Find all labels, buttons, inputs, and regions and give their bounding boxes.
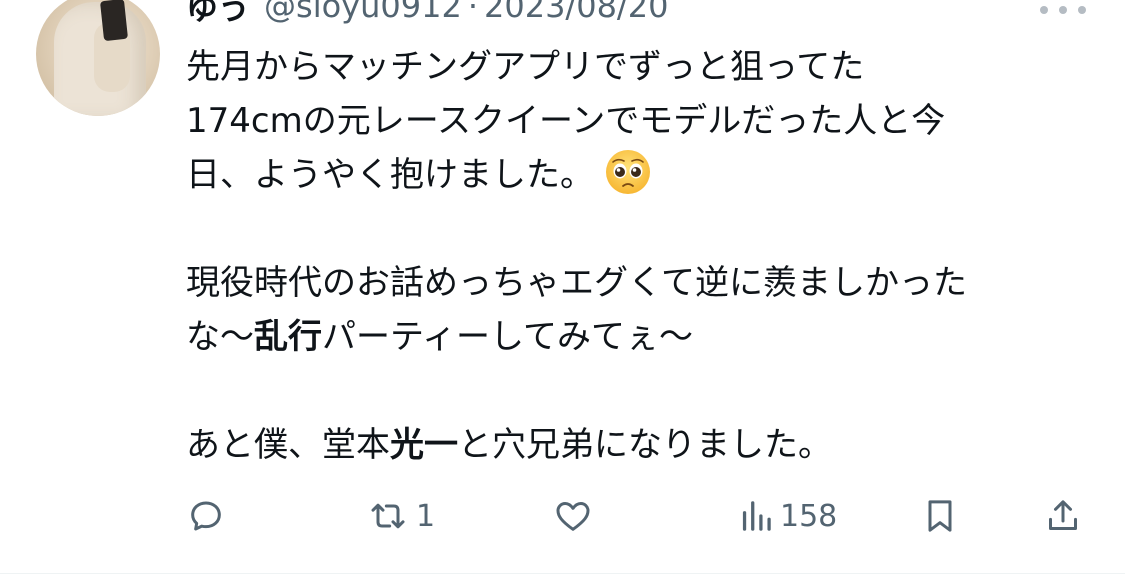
tweet-text-segment: 現役時代のお話めっちゃエグくて逆に羨ましかった: [186, 263, 967, 303]
tweet-text-segment: 先月からマッチングアプリでずっと狙ってた: [186, 47, 865, 87]
tweet-text-segment: あと僕、堂本: [186, 425, 390, 465]
tweet-text-segment: 174cmの元レースクイーンでモデルだった人と今: [186, 101, 946, 141]
retweet-icon: [371, 503, 405, 529]
retweet-count: 1: [416, 498, 436, 534]
like-button[interactable]: [552, 490, 594, 542]
action-bar: 1 158: [0, 490, 1125, 542]
tweet-header: ゆう @sioyu0912 · 2023/08/20: [186, 0, 668, 29]
tweet-line: 174cmの元レースクイーンでモデルだった人と今: [186, 94, 1096, 148]
bookmark-icon: [928, 500, 952, 532]
views-count: 158: [780, 498, 838, 534]
share-button[interactable]: [1044, 490, 1082, 542]
tweet-text-segment: パーティーしてみてぇ〜: [322, 317, 693, 357]
author-name[interactable]: ゆう: [186, 0, 250, 29]
bold-text-segment: 光一: [390, 425, 458, 465]
share-icon: [1049, 500, 1077, 530]
tweet-line: 日、ようやく抱けました。: [186, 148, 1096, 202]
more-options-icon[interactable]: [1040, 0, 1086, 20]
tweet-line: 現役時代のお話めっちゃエグくて逆に羨ましかった: [186, 256, 1096, 310]
header-separator: ·: [467, 0, 478, 25]
tweet-text-segment: 日、ようやく抱けました。: [186, 155, 594, 195]
bold-text-segment: 乱行: [254, 317, 322, 357]
tweet-text: 先月からマッチングアプリでずっと狙ってた 174cmの元レースクイーンでモデルだ…: [186, 40, 1096, 472]
tweet-date[interactable]: 2023/08/20: [484, 0, 668, 25]
pleading-face-emoji-icon: [606, 150, 650, 194]
heart-icon: [556, 502, 590, 531]
tweet-text-segment: と穴兄弟になりました。: [458, 425, 832, 465]
more-dot: [1078, 6, 1086, 14]
reply-button[interactable]: [186, 490, 226, 542]
views-icon: [742, 501, 771, 531]
tweet-text-segment: な〜: [186, 317, 254, 357]
avatar[interactable]: [36, 0, 160, 116]
views-button[interactable]: 158: [738, 490, 837, 542]
bookmark-button[interactable]: [922, 490, 958, 542]
retweet-button[interactable]: 1: [366, 490, 435, 542]
more-dot: [1059, 6, 1067, 14]
reply-icon: [191, 501, 221, 531]
tweet-line: あと僕、堂本光一と穴兄弟になりました。: [186, 418, 1096, 472]
avatar-phone: [99, 0, 129, 42]
more-dot: [1040, 6, 1048, 14]
tweet-line: な〜乱行パーティーしてみてぇ〜: [186, 310, 1096, 364]
tweet-line: 先月からマッチングアプリでずっと狙ってた: [186, 40, 1096, 94]
author-handle[interactable]: @sioyu0912: [264, 0, 462, 25]
